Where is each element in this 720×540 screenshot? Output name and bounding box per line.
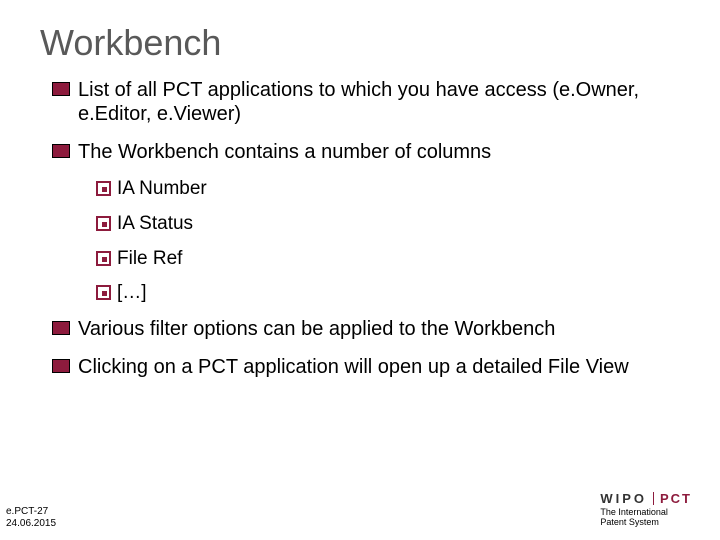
bullet-text: List of all PCT applications to which yo… [78,78,672,126]
sub-bullet-text: IA Status [117,213,193,236]
hollow-square-bullet-icon [96,181,111,196]
bullet-item: Various filter options can be applied to… [52,317,672,341]
hollow-square-bullet-icon [96,285,111,300]
hollow-square-bullet-icon [96,216,111,231]
square-bullet-icon [52,144,70,158]
footer-right: WIPO PCT The International Patent System [600,491,692,528]
footer-date: 24.06.2015 [6,518,56,530]
tagline-2: Patent System [600,518,692,528]
square-bullet-icon [52,321,70,335]
sub-bullet-item: File Ref [96,248,672,271]
bullet-text: The Workbench contains a number of colum… [78,140,491,164]
bullet-item: The Workbench contains a number of colum… [52,140,672,164]
sub-bullet-item: […] [96,282,672,305]
sub-bullet-text: IA Number [117,178,207,201]
brand-line: WIPO PCT [600,491,692,506]
separator-icon [653,492,654,505]
pct-logo-text: PCT [660,491,692,506]
content-area: List of all PCT applications to which yo… [52,78,672,393]
bullet-item: List of all PCT applications to which yo… [52,78,672,126]
sub-bullet-text: […] [117,282,147,305]
slide: Workbench List of all PCT applications t… [0,0,720,540]
wipo-logo-text: WIPO [600,491,647,506]
footer-left: e.PCT-27 24.06.2015 [6,506,56,530]
sub-bullet-item: IA Number [96,178,672,201]
slide-title: Workbench [40,22,221,64]
sub-bullet-text: File Ref [117,248,182,271]
footer-ref: e.PCT-27 [6,506,56,518]
bullet-text: Various filter options can be applied to… [78,317,555,341]
square-bullet-icon [52,82,70,96]
bullet-text: Clicking on a PCT application will open … [78,355,629,379]
hollow-square-bullet-icon [96,251,111,266]
sub-bullet-item: IA Status [96,213,672,236]
bullet-item: Clicking on a PCT application will open … [52,355,672,379]
square-bullet-icon [52,359,70,373]
